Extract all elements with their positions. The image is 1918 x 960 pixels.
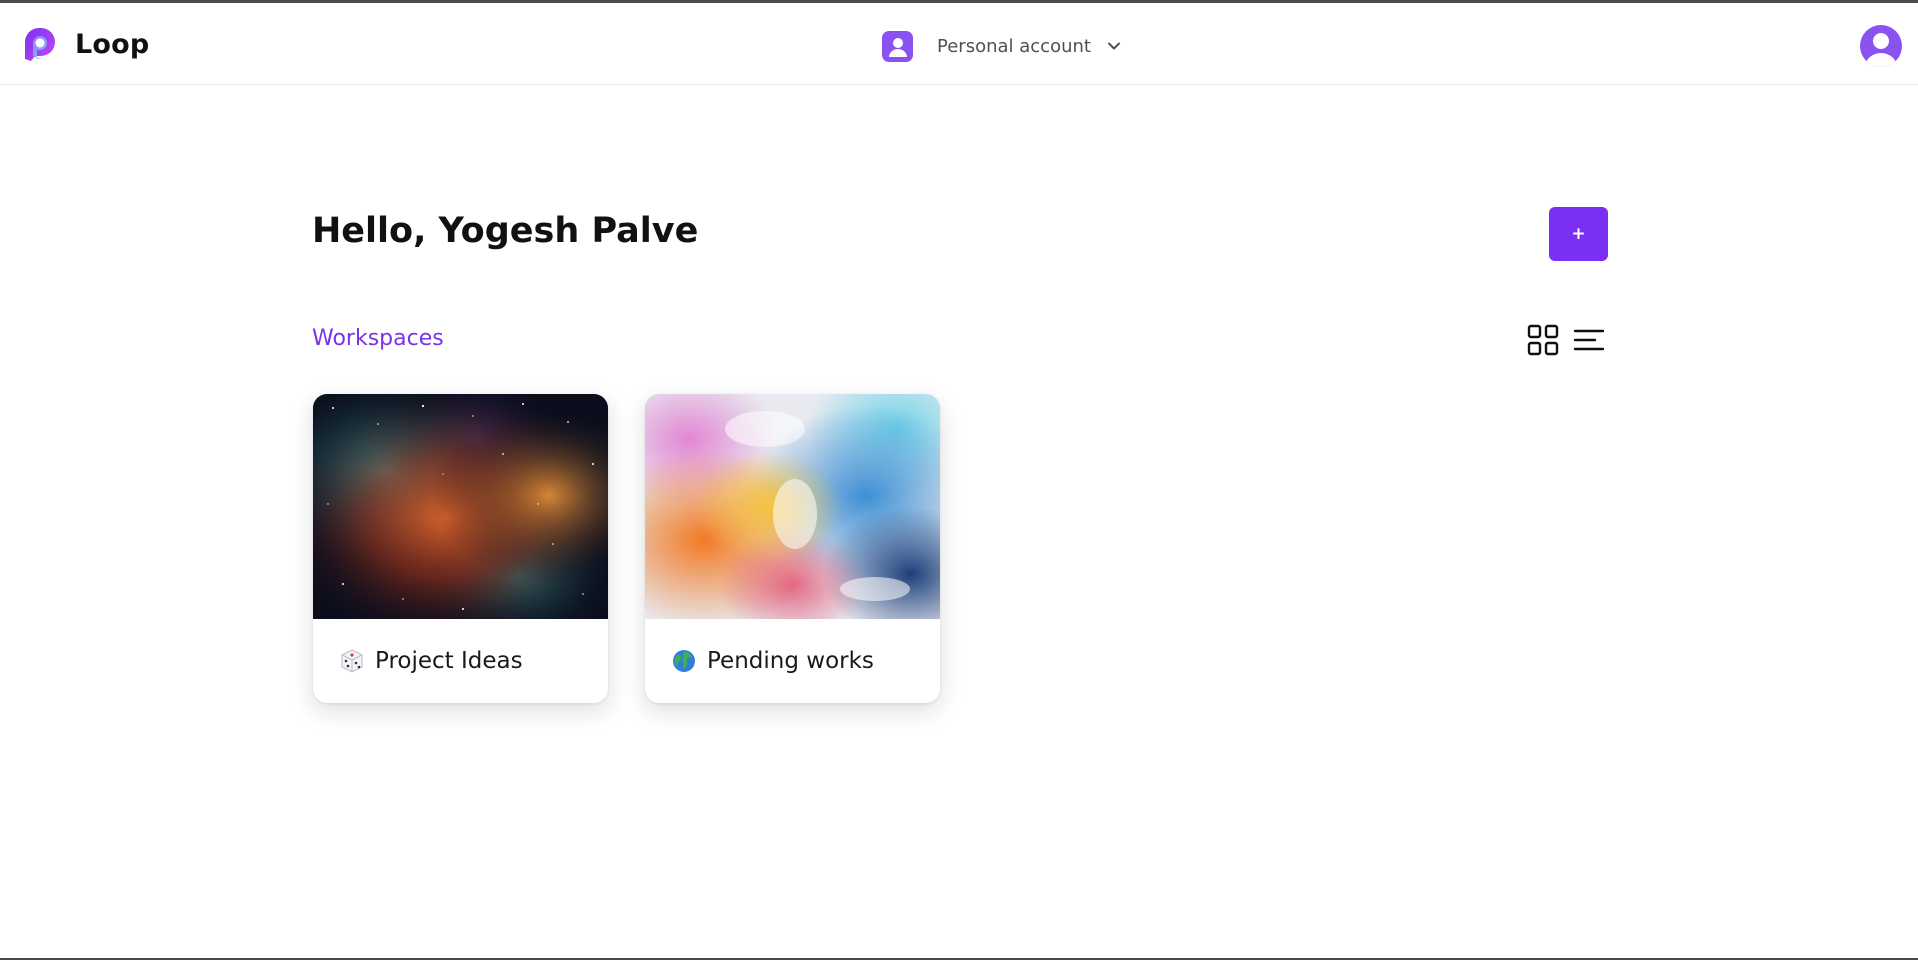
workspace-cover-image [313, 394, 608, 619]
workspace-cover-image [645, 394, 940, 619]
workspace-card-title: Project Ideas [375, 648, 523, 674]
user-avatar-icon [888, 38, 907, 57]
greeting-heading: Hello, Yogesh Palve [312, 211, 699, 251]
account-switcher[interactable]: Personal account [882, 30, 1121, 62]
workspace-card-title: Pending works [707, 648, 874, 674]
add-workspace-button[interactable]: + [1549, 207, 1608, 261]
workspace-card-footer: Pending works [645, 619, 940, 703]
globe-icon [673, 650, 695, 672]
chevron-down-icon [1107, 42, 1120, 50]
list-view-icon [1573, 329, 1605, 351]
loop-logo-icon [25, 28, 55, 61]
user-avatar-icon [1865, 33, 1897, 67]
brand-name: Loop [75, 28, 150, 60]
workspaces-heading: Workspaces [312, 326, 444, 351]
app-window: Loop Personal account Hello, Yogesh Palv… [0, 0, 1918, 960]
top-bar: Loop Personal account [0, 3, 1918, 85]
brand-link[interactable]: Loop [21, 24, 149, 64]
workspace-card-project-ideas[interactable]: Project Ideas [313, 394, 608, 703]
workspace-card-footer: Project Ideas [313, 619, 608, 703]
grid-view-button[interactable] [1524, 321, 1562, 359]
workspace-card-pending-works[interactable]: Pending works [645, 394, 940, 703]
view-toggle [1524, 321, 1608, 359]
grid-view-icon [1527, 324, 1559, 356]
dice-icon [341, 649, 363, 673]
profile-avatar-button[interactable] [1860, 25, 1902, 67]
account-avatar [882, 30, 913, 62]
account-label: Personal account [937, 35, 1091, 57]
list-view-button[interactable] [1570, 321, 1608, 359]
workspace-list: Project Ideas Pending works [313, 394, 940, 703]
